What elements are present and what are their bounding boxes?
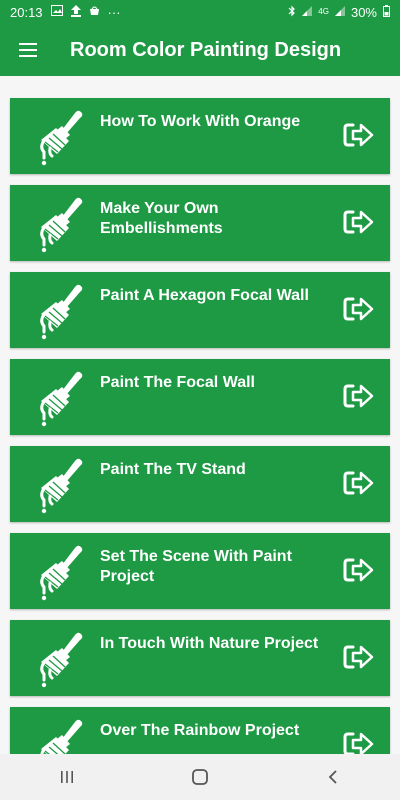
paint-brush-icon [40, 371, 83, 427]
item-label: Make Your Own Embellishments [100, 200, 223, 237]
bluetooth-icon [288, 5, 296, 20]
list-item-4[interactable]: Paint The Focal Wall [10, 359, 390, 435]
signal-icon-2 [334, 5, 345, 19]
item-label: How To Work With Orange [100, 113, 301, 130]
back-button[interactable] [313, 762, 353, 792]
battery-percent: 30% [350, 4, 377, 20]
open-arrow-icon[interactable] [341, 642, 375, 672]
list-item-7[interactable]: In Touch With Nature Project [10, 620, 390, 696]
paint-brush-icon [40, 284, 83, 340]
menu-icon [19, 43, 37, 57]
list-item-6[interactable]: Set The Scene With Paint Project [10, 533, 390, 609]
list-item-3[interactable]: Paint A Hexagon Focal Wall [10, 272, 390, 348]
open-arrow-icon[interactable] [341, 555, 375, 585]
app-bar: Room Color Painting Design [0, 24, 400, 76]
paint-brush-icon [40, 545, 83, 601]
paint-brush-icon [40, 197, 83, 253]
open-arrow-icon[interactable] [341, 729, 375, 754]
app-icon [89, 5, 100, 19]
open-arrow-icon[interactable] [341, 207, 375, 237]
recent-apps-button[interactable] [47, 762, 87, 792]
recent-apps-icon [60, 771, 73, 783]
paint-brush-icon [40, 719, 83, 754]
signal-icon [302, 5, 313, 19]
item-label: Set The Scene With Paint Project [100, 548, 292, 585]
item-label: Paint A Hexagon Focal Wall [100, 287, 309, 304]
paint-brush-icon [40, 458, 83, 514]
open-arrow-icon[interactable] [341, 468, 375, 498]
list-item-2[interactable]: Make Your Own Embellishments [10, 185, 390, 261]
topic-list[interactable]: How To Work With Orange Make Your Own Em… [0, 76, 400, 754]
open-arrow-icon[interactable] [341, 294, 375, 324]
paint-brush-icon [40, 110, 83, 166]
status-time: 20:13 [10, 4, 43, 20]
list-item-5[interactable]: Paint The TV Stand [10, 446, 390, 522]
back-icon [329, 770, 337, 784]
list-item-1[interactable]: How To Work With Orange [10, 98, 390, 174]
home-icon [192, 769, 208, 785]
item-label: In Touch With Nature Project [100, 635, 319, 652]
item-label: Paint The Focal Wall [100, 374, 255, 391]
network-type: 4G [318, 7, 329, 16]
more-icon: ··· [107, 4, 121, 20]
open-arrow-icon[interactable] [341, 120, 375, 150]
item-label: Paint The TV Stand [100, 461, 246, 478]
paint-brush-icon [40, 632, 83, 688]
upload-icon [70, 4, 81, 20]
battery-icon [383, 4, 390, 20]
open-arrow-icon[interactable] [341, 381, 375, 411]
status-bar: 20:13 ··· 4G 30% [0, 0, 400, 24]
home-button[interactable] [180, 762, 220, 792]
list-item-8[interactable]: Over The Rainbow Project [10, 707, 390, 754]
menu-button[interactable] [0, 24, 56, 76]
image-icon [50, 5, 63, 19]
system-nav-bar [0, 754, 400, 800]
item-label: Over The Rainbow Project [100, 722, 300, 739]
app-title: Room Color Painting Design [70, 38, 342, 61]
